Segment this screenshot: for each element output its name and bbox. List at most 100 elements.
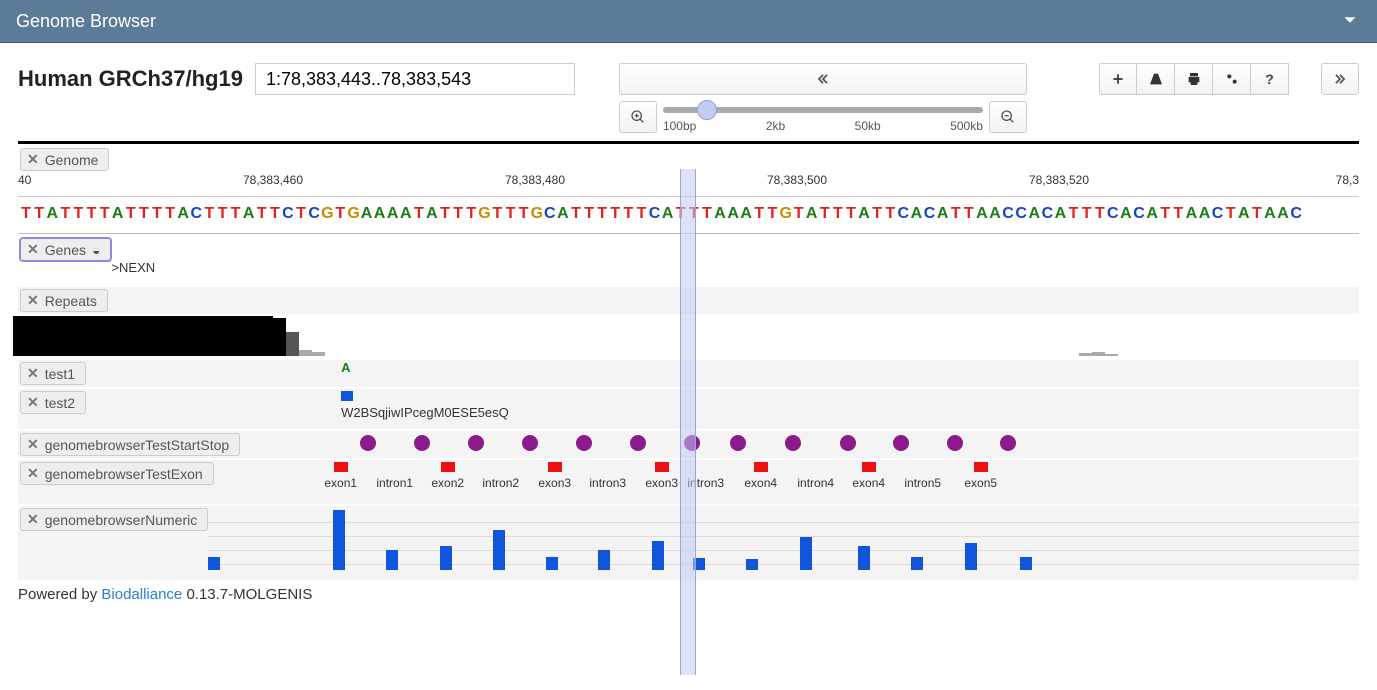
- feature-dot: [522, 435, 538, 451]
- ruler: 40 78,383,460 78,383,480 78,383,500 78,3…: [18, 173, 1359, 197]
- base: T: [871, 205, 884, 223]
- exon-label: exon5: [964, 476, 997, 490]
- track-tag-genes[interactable]: ✕Genes ◒: [20, 238, 111, 261]
- base: T: [1094, 205, 1107, 223]
- zoom-out-button[interactable]: [989, 101, 1027, 133]
- print-button[interactable]: [1175, 63, 1213, 95]
- base: T: [793, 205, 806, 223]
- base: T: [20, 205, 33, 223]
- close-icon: ✕: [27, 365, 39, 382]
- collapse-toggle[interactable]: [1339, 9, 1361, 34]
- track-tag-repeats[interactable]: ✕Repeats: [20, 289, 108, 312]
- track-exon: ✕genomebrowserTestExon exon1intron1exon2…: [18, 460, 1359, 504]
- biodalliance-link[interactable]: Biodalliance: [101, 586, 182, 603]
- track-tag-test2[interactable]: ✕test2: [20, 391, 86, 414]
- cons-bar: [104, 316, 117, 356]
- feature-dot: [840, 435, 856, 451]
- base: A: [1185, 205, 1198, 223]
- cons-bar: [13, 316, 26, 356]
- base: A: [714, 205, 727, 223]
- base: A: [400, 205, 413, 223]
- base: T: [688, 205, 701, 223]
- base: T: [504, 205, 517, 223]
- gene-feature: >NEXN: [111, 260, 155, 275]
- base: A: [662, 205, 675, 223]
- base: C: [1002, 205, 1015, 223]
- chevron-down-icon: [1339, 9, 1361, 31]
- numeric-bar: [546, 557, 558, 570]
- base: A: [387, 205, 400, 223]
- base: T: [138, 205, 151, 223]
- base: T: [675, 205, 688, 223]
- base: T: [59, 205, 72, 223]
- cons-bar: [1092, 352, 1105, 356]
- settings-button[interactable]: [1213, 63, 1251, 95]
- plus-icon: [1111, 72, 1125, 86]
- base: A: [177, 205, 190, 223]
- cons-bar: [1079, 353, 1092, 356]
- track-conservation: ✕Conservation 1 0: [18, 316, 1359, 358]
- chevron-double-left-icon: [816, 72, 830, 86]
- base: T: [766, 205, 779, 223]
- base: C: [282, 205, 295, 223]
- base: A: [858, 205, 871, 223]
- scroll-right-button[interactable]: [1321, 63, 1359, 95]
- track-tag-exon[interactable]: ✕genomebrowserTestExon: [20, 462, 214, 485]
- question-icon: ?: [1265, 71, 1274, 87]
- base: A: [806, 205, 819, 223]
- help-button[interactable]: ?: [1251, 63, 1289, 95]
- base: A: [557, 205, 570, 223]
- numeric-bar: [746, 559, 758, 570]
- numeric-bar: [693, 558, 705, 570]
- track-tag-startstop[interactable]: ✕genomebrowserTestStartStop: [20, 433, 240, 456]
- base: C: [1133, 205, 1146, 223]
- base: A: [1028, 205, 1041, 223]
- track-genome: ✕Genome: [18, 146, 1359, 173]
- zoom-in-button[interactable]: [619, 101, 657, 133]
- exon-label: exon1: [324, 476, 357, 490]
- close-icon: ✕: [27, 241, 39, 258]
- add-track-button[interactable]: [1099, 63, 1137, 95]
- base: T: [596, 205, 609, 223]
- cons-bar: [91, 316, 104, 356]
- zoom-slider-thumb[interactable]: [697, 100, 717, 120]
- track-repeats: ✕Repeats: [18, 287, 1359, 314]
- scroll-left-button[interactable]: [619, 63, 1027, 95]
- track-test1: ✕test1 A: [18, 360, 1359, 387]
- base: C: [897, 205, 910, 223]
- find-button[interactable]: [1137, 63, 1175, 95]
- numeric-bar: [208, 557, 220, 570]
- base: T: [85, 205, 98, 223]
- feature-dot: [576, 435, 592, 451]
- base: G: [347, 205, 360, 223]
- zoom-slider[interactable]: 100bp 2kb 50kb 500kb: [663, 99, 983, 135]
- exon-box: [862, 462, 876, 472]
- cons-bar: [26, 316, 39, 356]
- base: G: [478, 205, 491, 223]
- track-tag-numeric[interactable]: ✕genomebrowserNumeric: [20, 508, 208, 531]
- base: T: [33, 205, 46, 223]
- base: G: [779, 205, 792, 223]
- numeric-bar: [1020, 557, 1032, 570]
- cons-bar: [143, 316, 156, 356]
- base: A: [112, 205, 125, 223]
- feature-dot: [1000, 435, 1016, 451]
- exon-label: exon3: [645, 476, 678, 490]
- base: T: [452, 205, 465, 223]
- road-icon: [1148, 71, 1164, 87]
- cons-bar: [156, 316, 169, 356]
- track-genes: ✕Genes ◒ >NEXN: [18, 236, 1359, 263]
- exon-box: [655, 462, 669, 472]
- exon-box: [754, 462, 768, 472]
- panel-header: Genome Browser: [0, 0, 1377, 43]
- numeric-bar: [800, 537, 812, 570]
- close-icon: ✕: [27, 292, 39, 309]
- exon-label: exon3: [538, 476, 571, 490]
- base: T: [845, 205, 858, 223]
- track-tag-test1[interactable]: ✕test1: [20, 362, 86, 385]
- cons-bar: [247, 316, 260, 356]
- track-tag-genome[interactable]: ✕Genome: [20, 148, 109, 171]
- base: T: [1172, 205, 1185, 223]
- location-input[interactable]: [255, 63, 575, 95]
- base: T: [216, 205, 229, 223]
